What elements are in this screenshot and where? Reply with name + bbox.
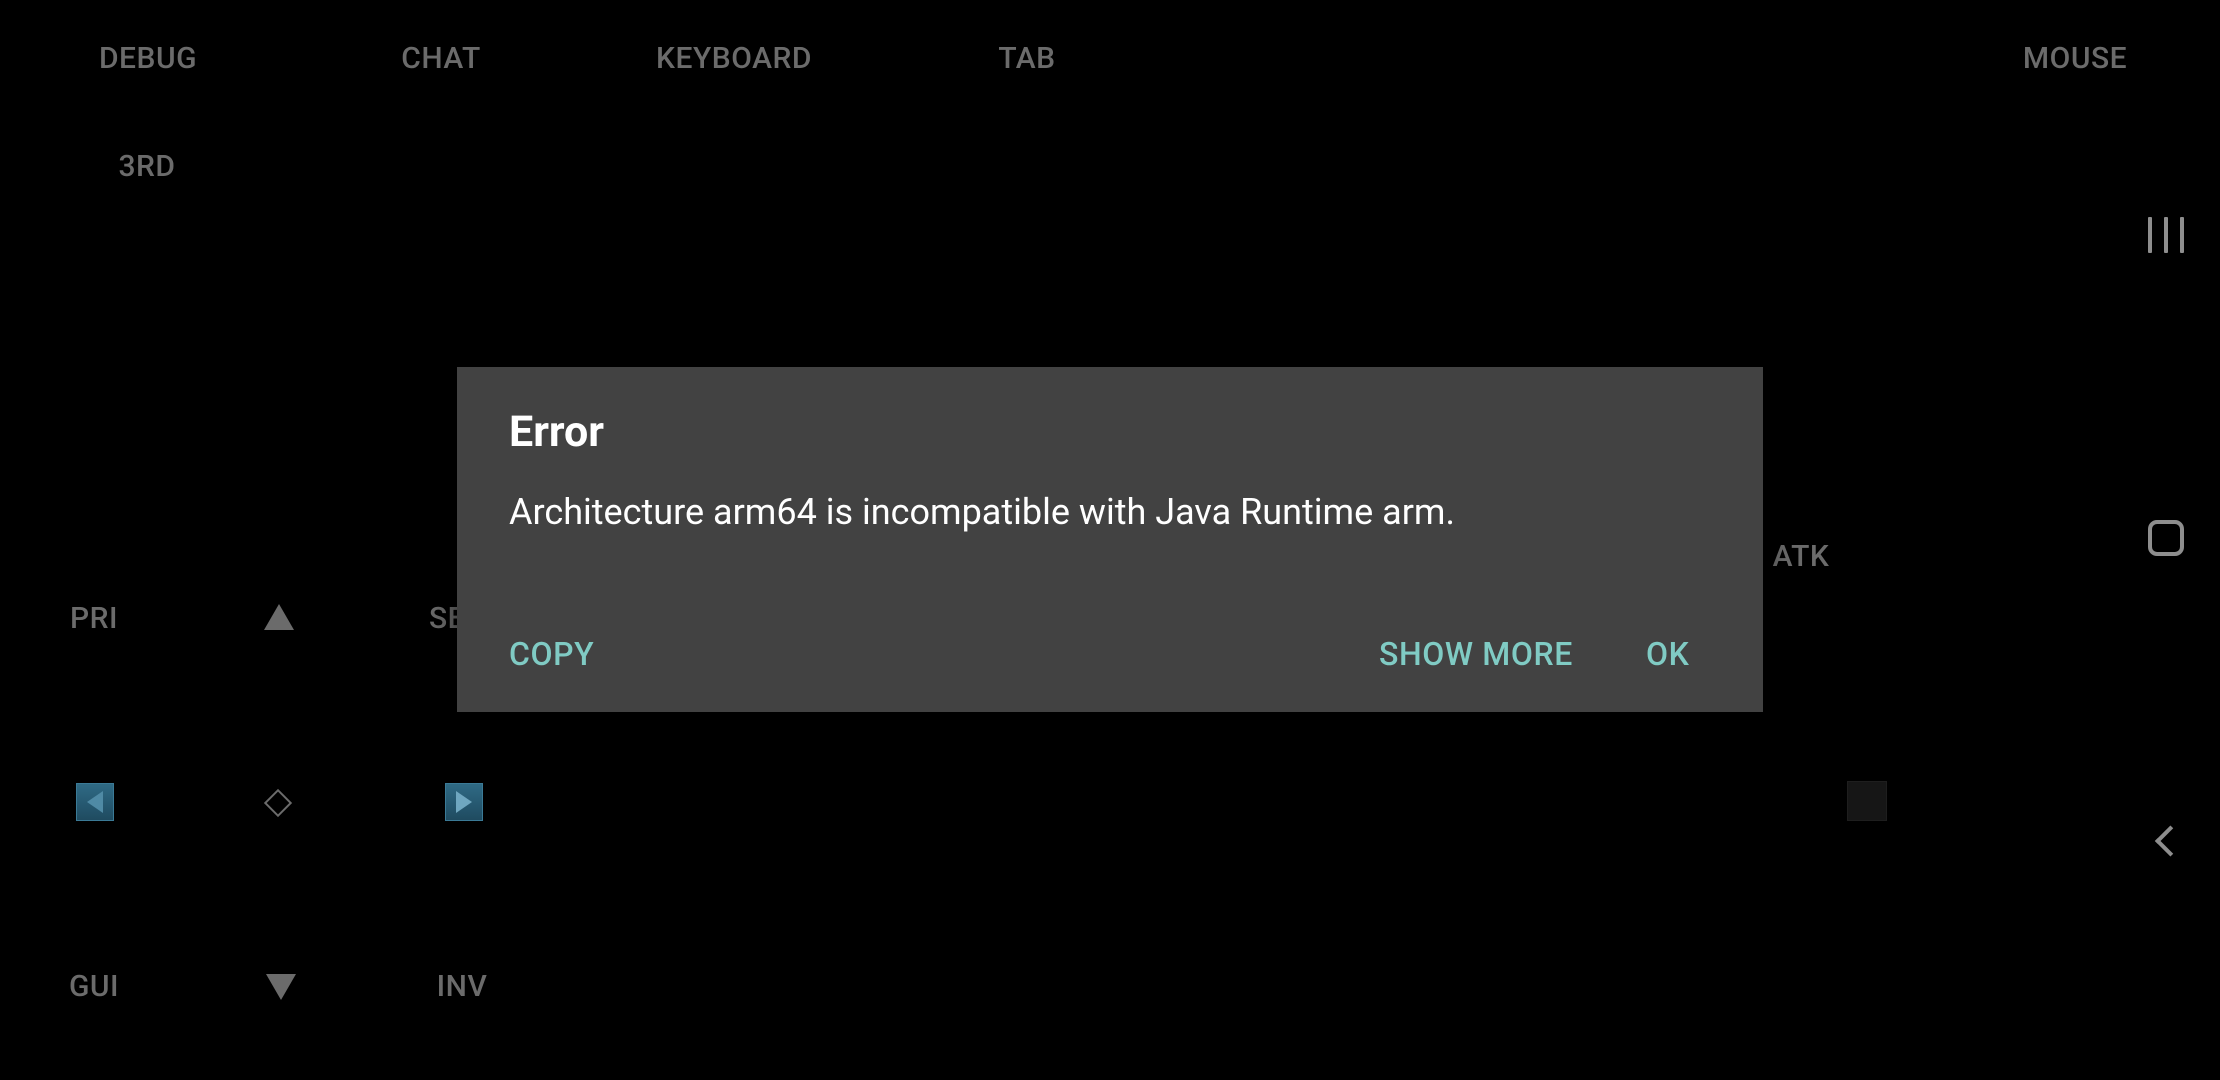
copy-button[interactable]: COPY [509, 638, 594, 670]
dialog-message: Architecture arm64 is incompatible with … [509, 491, 1455, 533]
show-more-button[interactable]: SHOW MORE [1379, 638, 1573, 670]
error-dialog: Error Architecture arm64 is incompatible… [457, 367, 1763, 712]
ok-button[interactable]: OK [1646, 638, 1689, 670]
game-screen: DEBUG CHAT KEYBOARD TAB MOUSE 3RD PRI SE… [0, 0, 2220, 1080]
dialog-title: Error [509, 407, 605, 457]
